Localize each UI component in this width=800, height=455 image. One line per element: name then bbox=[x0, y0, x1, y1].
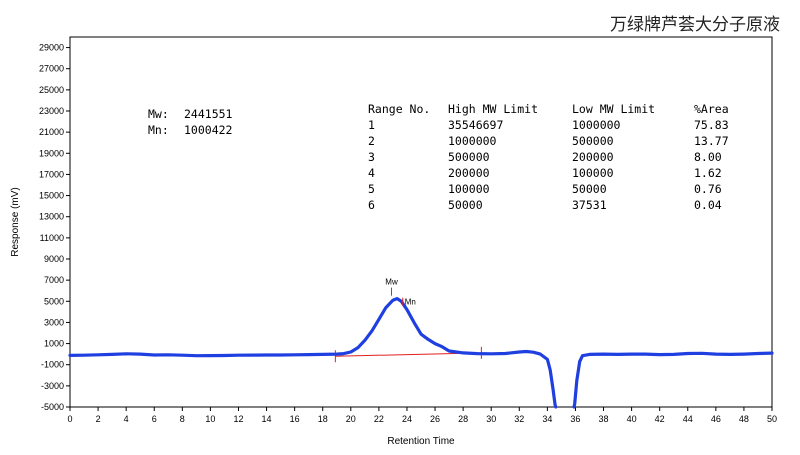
mw-label: Mw: bbox=[148, 107, 169, 121]
response-trace-segment bbox=[68, 297, 558, 409]
range-table: Range No. High MW Limit Low MW Limit %Area 1… bbox=[368, 102, 729, 212]
y-tick-label: 17000 bbox=[39, 169, 64, 179]
table-cell: 100000 bbox=[448, 182, 490, 196]
x-tick-label: 10 bbox=[205, 414, 215, 424]
y-tick-label: 27000 bbox=[39, 64, 64, 74]
table-cell: 37531 bbox=[572, 198, 607, 212]
x-axis-title: Retention Time bbox=[387, 436, 455, 447]
y-tick-label: -5000 bbox=[41, 402, 64, 412]
table-cell: 3 bbox=[368, 150, 375, 164]
plot-frame bbox=[69, 36, 773, 408]
table-cell: 50000 bbox=[448, 198, 483, 212]
response-trace-segment bbox=[572, 351, 774, 409]
y-tick-label: 1000 bbox=[44, 339, 64, 349]
y-tick-label: 5000 bbox=[44, 296, 64, 306]
x-tick-label: 36 bbox=[570, 414, 580, 424]
x-tick-label: 8 bbox=[180, 414, 185, 424]
table-cell: 6 bbox=[368, 198, 375, 212]
table-cell: 2 bbox=[368, 134, 375, 148]
table-cell: 8.00 bbox=[694, 150, 722, 164]
x-tick-label: 24 bbox=[402, 414, 412, 424]
table-cell: 200000 bbox=[572, 150, 614, 164]
x-tick-label: 34 bbox=[542, 414, 552, 424]
table-cell: 200000 bbox=[448, 166, 490, 180]
y-axis-title: Response (mV) bbox=[10, 187, 21, 256]
x-tick-label: 22 bbox=[374, 414, 384, 424]
y-tick-label: -3000 bbox=[41, 381, 64, 391]
table-cell: 1 bbox=[368, 118, 375, 132]
table-cell: 1000000 bbox=[572, 118, 621, 132]
x-tick-label: 46 bbox=[711, 414, 721, 424]
x-tick-label: 26 bbox=[430, 414, 440, 424]
table-cell: 0.76 bbox=[694, 182, 722, 196]
table-cell: 75.83 bbox=[694, 118, 729, 132]
x-tick-label: 32 bbox=[514, 414, 524, 424]
x-tick-label: 2 bbox=[96, 414, 101, 424]
trace-layer bbox=[68, 297, 774, 409]
y-tick-label: 21000 bbox=[39, 127, 64, 137]
y-tick-label: 9000 bbox=[44, 254, 64, 264]
x-tick-label: 50 bbox=[767, 414, 777, 424]
table-header: High MW Limit bbox=[448, 102, 538, 116]
x-tick-label: 14 bbox=[262, 414, 272, 424]
table-cell: 50000 bbox=[572, 182, 607, 196]
x-tick-label: 40 bbox=[627, 414, 637, 424]
table-header: Range No. bbox=[368, 102, 430, 116]
table-cell: 0.04 bbox=[694, 198, 722, 212]
table-cell: 100000 bbox=[572, 166, 614, 180]
y-tick-label: 19000 bbox=[39, 148, 64, 158]
y-tick-label: 23000 bbox=[39, 106, 64, 116]
x-tick-label: 30 bbox=[486, 414, 496, 424]
y-tick-label: 25000 bbox=[39, 85, 64, 95]
y-tick-label: 3000 bbox=[44, 317, 64, 327]
y-tick-label: 7000 bbox=[44, 275, 64, 285]
x-tick-label: 6 bbox=[152, 414, 157, 424]
chromatogram-chart: -5000-3000-10001000300050007000900011000… bbox=[10, 36, 777, 447]
x-tick-label: 42 bbox=[655, 414, 665, 424]
x-tick-label: 18 bbox=[318, 414, 328, 424]
table-header: %Area bbox=[694, 102, 729, 116]
mw-value: 2441551 bbox=[184, 107, 233, 121]
table-cell: 500000 bbox=[572, 134, 614, 148]
table-cell: 35546697 bbox=[448, 118, 503, 132]
x-tick-label: 0 bbox=[67, 414, 72, 424]
table-cell: 5 bbox=[368, 182, 375, 196]
table-cell: 500000 bbox=[448, 150, 490, 164]
peak-label-mw: Mw bbox=[385, 278, 398, 287]
table-cell: 13.77 bbox=[694, 134, 729, 148]
mn-value: 1000422 bbox=[184, 123, 232, 137]
peak-label-mn: Mn bbox=[405, 298, 416, 307]
x-tick-label: 44 bbox=[683, 414, 693, 424]
x-tick-label: 12 bbox=[233, 414, 243, 424]
mn-label: Mn: bbox=[148, 123, 169, 137]
table-cell: 1.62 bbox=[694, 166, 722, 180]
y-tick-label: 29000 bbox=[39, 43, 64, 53]
x-tick-label: 38 bbox=[599, 414, 609, 424]
y-tick-label: 13000 bbox=[39, 212, 64, 222]
x-tick-label: 16 bbox=[290, 414, 300, 424]
stats-layer: Mw: 2441551 Mn: 1000422 bbox=[148, 107, 233, 137]
y-tick-label: -1000 bbox=[41, 360, 64, 370]
y-tick-label: 11000 bbox=[40, 233, 64, 243]
x-tick-label: 20 bbox=[346, 414, 356, 424]
table-cell: 1000000 bbox=[448, 134, 497, 148]
table-cell: 4 bbox=[368, 166, 375, 180]
y-tick-label: 15000 bbox=[39, 191, 64, 201]
x-tick-label: 4 bbox=[124, 414, 129, 424]
x-tick-label: 28 bbox=[458, 414, 468, 424]
axes bbox=[69, 36, 773, 408]
table-header: Low MW Limit bbox=[572, 102, 655, 116]
x-tick-label: 48 bbox=[739, 414, 749, 424]
